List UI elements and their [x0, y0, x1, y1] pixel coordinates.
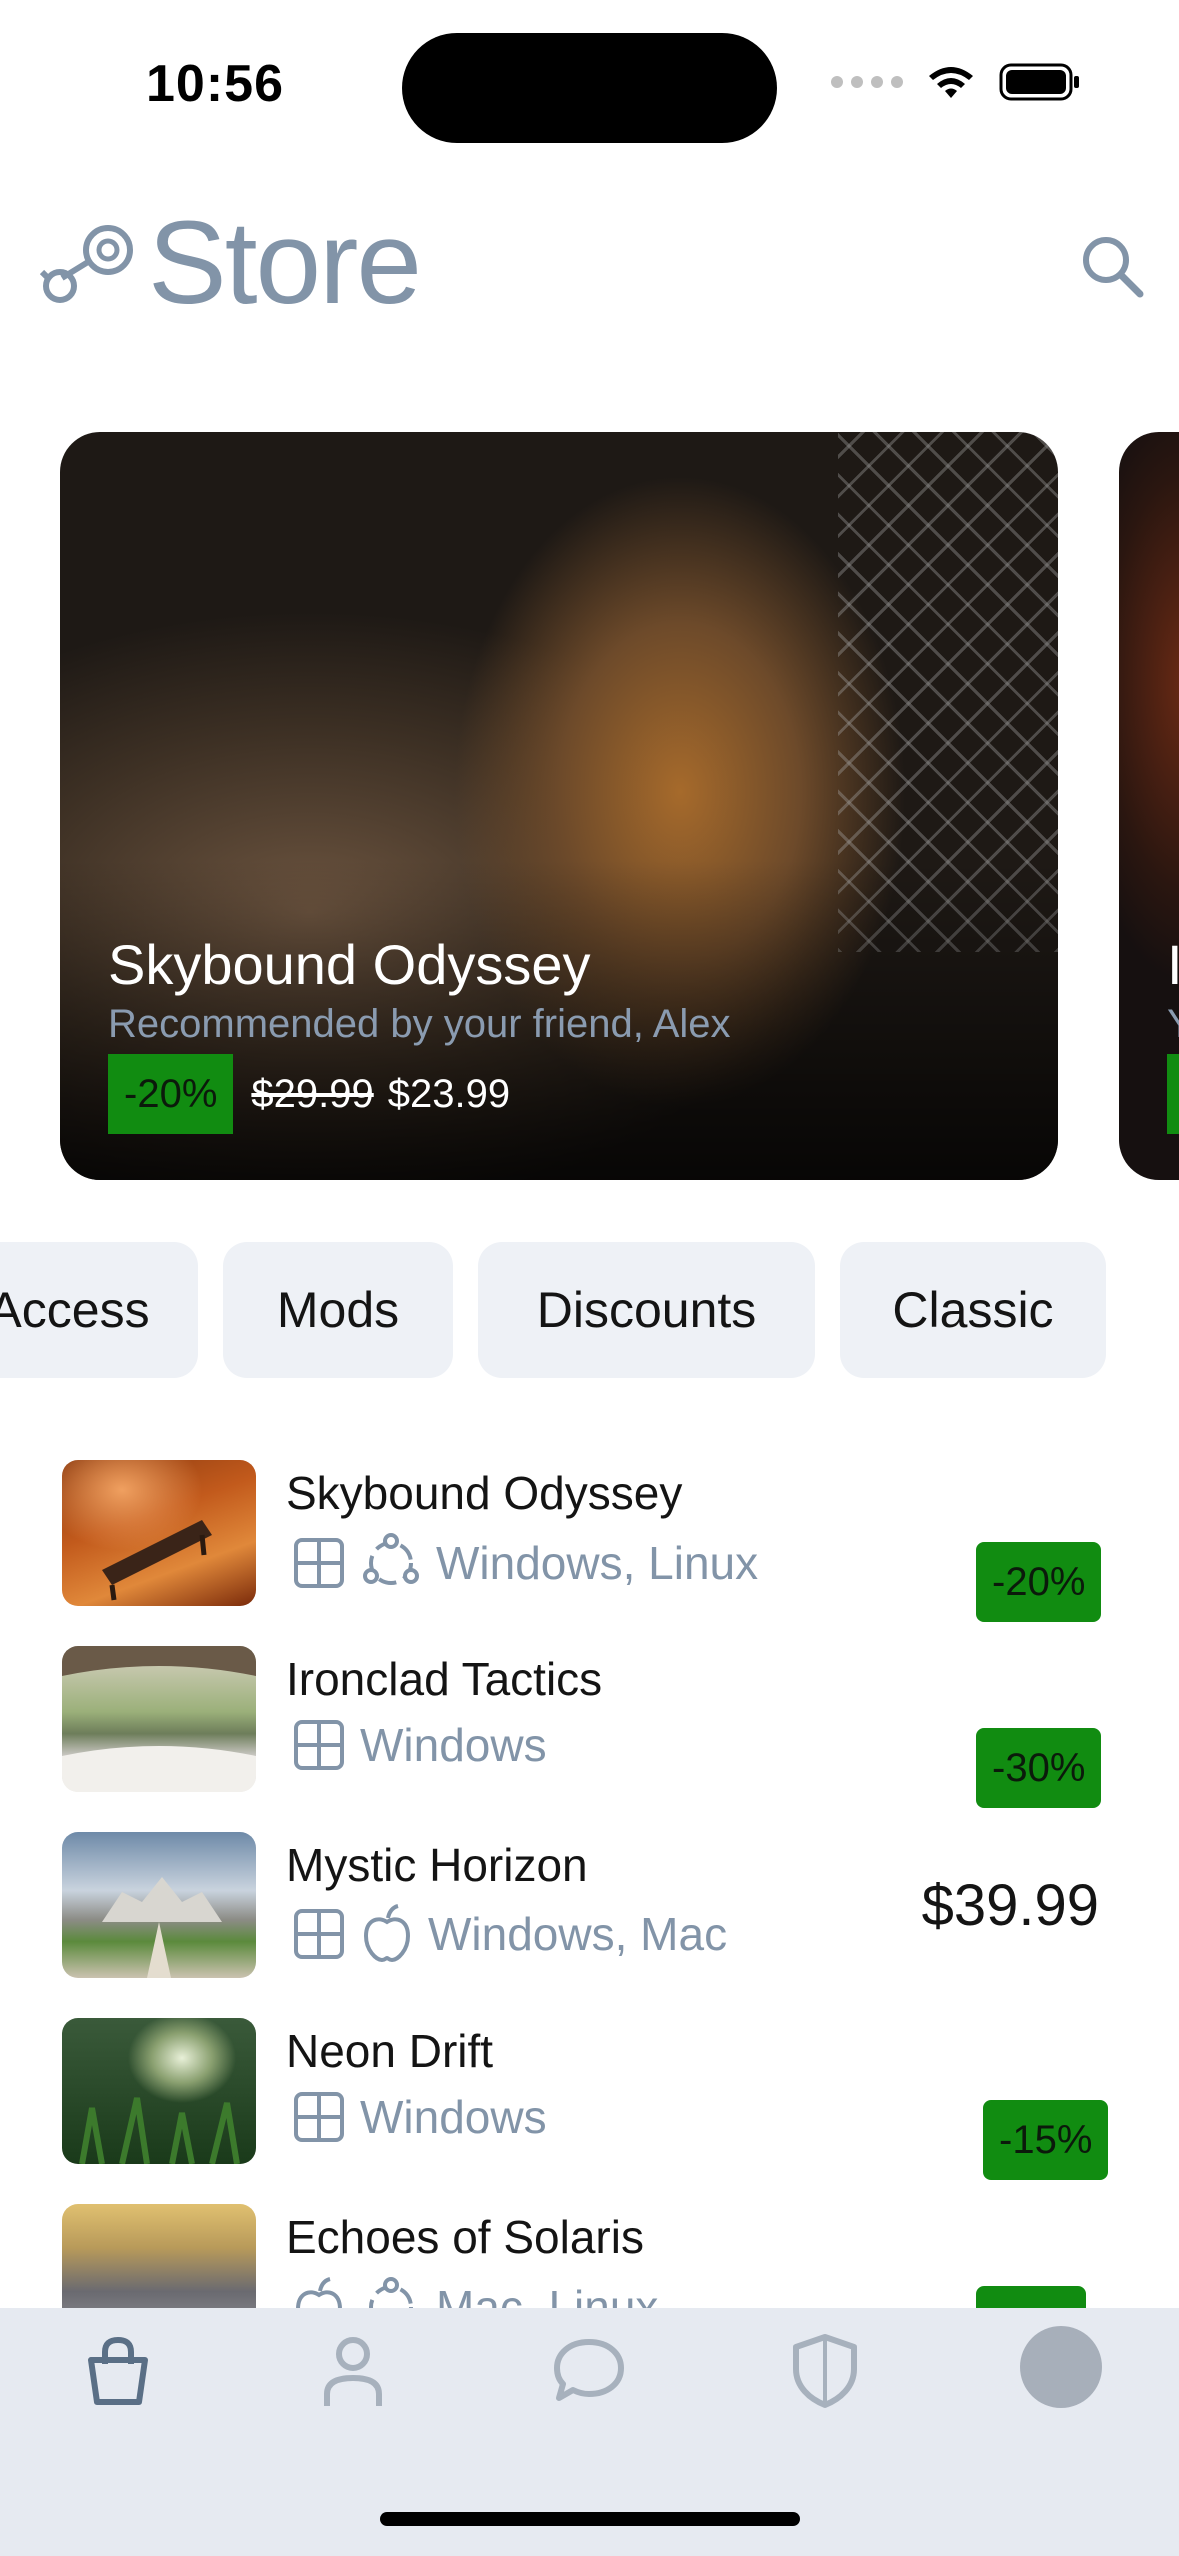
- game-price: $39.99: [921, 1873, 1099, 1938]
- steam-logo-icon: [40, 225, 133, 303]
- discount-badge: -20%: [976, 1542, 1102, 1622]
- windows-icon: [294, 1909, 344, 1959]
- game-list-item[interactable]: Skybound Odyssey Windows, Linux -20%: [0, 1460, 1179, 1622]
- game-thumbnail: [62, 1832, 256, 1978]
- platform-list: Windows, Mac: [292, 1904, 727, 1964]
- store-screen: 10:56 Store Skybound Odyssey Recommended…: [0, 0, 1179, 2556]
- next-card-subtitle: Y: [1167, 1002, 1179, 1047]
- platform-list: Windows: [292, 2090, 547, 2144]
- status-time: 10:56: [146, 55, 284, 113]
- store-bag-icon: [88, 2336, 148, 2405]
- game-title: Ironclad Tactics: [286, 1653, 603, 1705]
- game-title: Neon Drift: [286, 2025, 494, 2077]
- platform-names: Windows, Linux: [436, 1537, 759, 1589]
- profile-icon: [324, 2337, 382, 2406]
- wifi-icon: [929, 67, 973, 98]
- windows-icon: [294, 2092, 344, 2142]
- tab-profile[interactable]: [308, 2326, 398, 2416]
- discount-badge: -30%: [976, 1728, 1102, 1808]
- game-list-item[interactable]: Neon Drift Windows -15%: [0, 2018, 1179, 2180]
- featured-price-row: -20% $29.99 $23.99: [108, 1054, 510, 1134]
- shield-icon: [793, 2334, 857, 2408]
- game-title: Mystic Horizon: [286, 1839, 588, 1891]
- game-thumbnail: [62, 2018, 256, 2164]
- discount-badge: -20%: [108, 1054, 234, 1134]
- game-thumbnail: [62, 1460, 256, 1606]
- search-icon: [1083, 237, 1144, 298]
- game-list-item[interactable]: Mystic Horizon Windows, Mac $39.99: [0, 1832, 1179, 1982]
- tab-store[interactable]: [73, 2326, 163, 2416]
- platform-list: Windows, Linux: [292, 1532, 758, 1594]
- next-featured-card[interactable]: I Y: [1119, 432, 1179, 1180]
- apple-icon: [363, 1904, 411, 1963]
- original-price: $29.99: [251, 1071, 374, 1116]
- platform-names: Windows: [360, 2091, 547, 2143]
- windows-icon: [294, 1538, 344, 1588]
- sale-price: $23.99: [387, 1071, 511, 1116]
- next-card-title: I: [1167, 933, 1179, 996]
- game-title: Skybound Odyssey: [286, 1467, 683, 1519]
- platform-names: Windows, Mac: [428, 1908, 728, 1960]
- game-thumbnail: [62, 1646, 256, 1792]
- tab-chat[interactable]: [544, 2326, 634, 2416]
- windows-icon: [294, 1720, 344, 1770]
- page-title: Store: [148, 197, 422, 329]
- platform-names: Windows: [360, 1719, 547, 1771]
- cellular-signal-icon: [831, 76, 903, 88]
- home-indicator: [380, 2512, 800, 2526]
- search-button[interactable]: [1078, 232, 1148, 302]
- chip-access[interactable]: Access: [0, 1242, 198, 1378]
- chip-mods[interactable]: Mods: [223, 1242, 453, 1378]
- category-chips: Access Mods Discounts Classic: [0, 1242, 1179, 1378]
- battery-icon: [999, 63, 1079, 101]
- chat-icon: [554, 2339, 624, 2401]
- chip-classic[interactable]: Classic: [840, 1242, 1106, 1378]
- chip-discounts[interactable]: Discounts: [478, 1242, 815, 1378]
- platform-list: Windows: [292, 1718, 547, 1772]
- avatar[interactable]: [1020, 2326, 1102, 2408]
- discount-badge: -15%: [983, 2100, 1109, 2180]
- dynamic-island: [402, 33, 777, 143]
- featured-game-card[interactable]: Skybound Odyssey Recommended by your fri…: [60, 432, 1058, 1180]
- status-icons: [831, 62, 1081, 102]
- tab-guard[interactable]: [780, 2326, 870, 2416]
- featured-game-title: Skybound Odyssey: [108, 933, 591, 996]
- game-title: Echoes of Solaris: [286, 2211, 644, 2263]
- featured-game-subtitle: Recommended by your friend, Alex: [108, 1002, 731, 1046]
- next-card-badge: [1167, 1054, 1179, 1134]
- linux-icon: [363, 1533, 419, 1585]
- game-list-item[interactable]: Ironclad Tactics Windows -30%: [0, 1646, 1179, 1808]
